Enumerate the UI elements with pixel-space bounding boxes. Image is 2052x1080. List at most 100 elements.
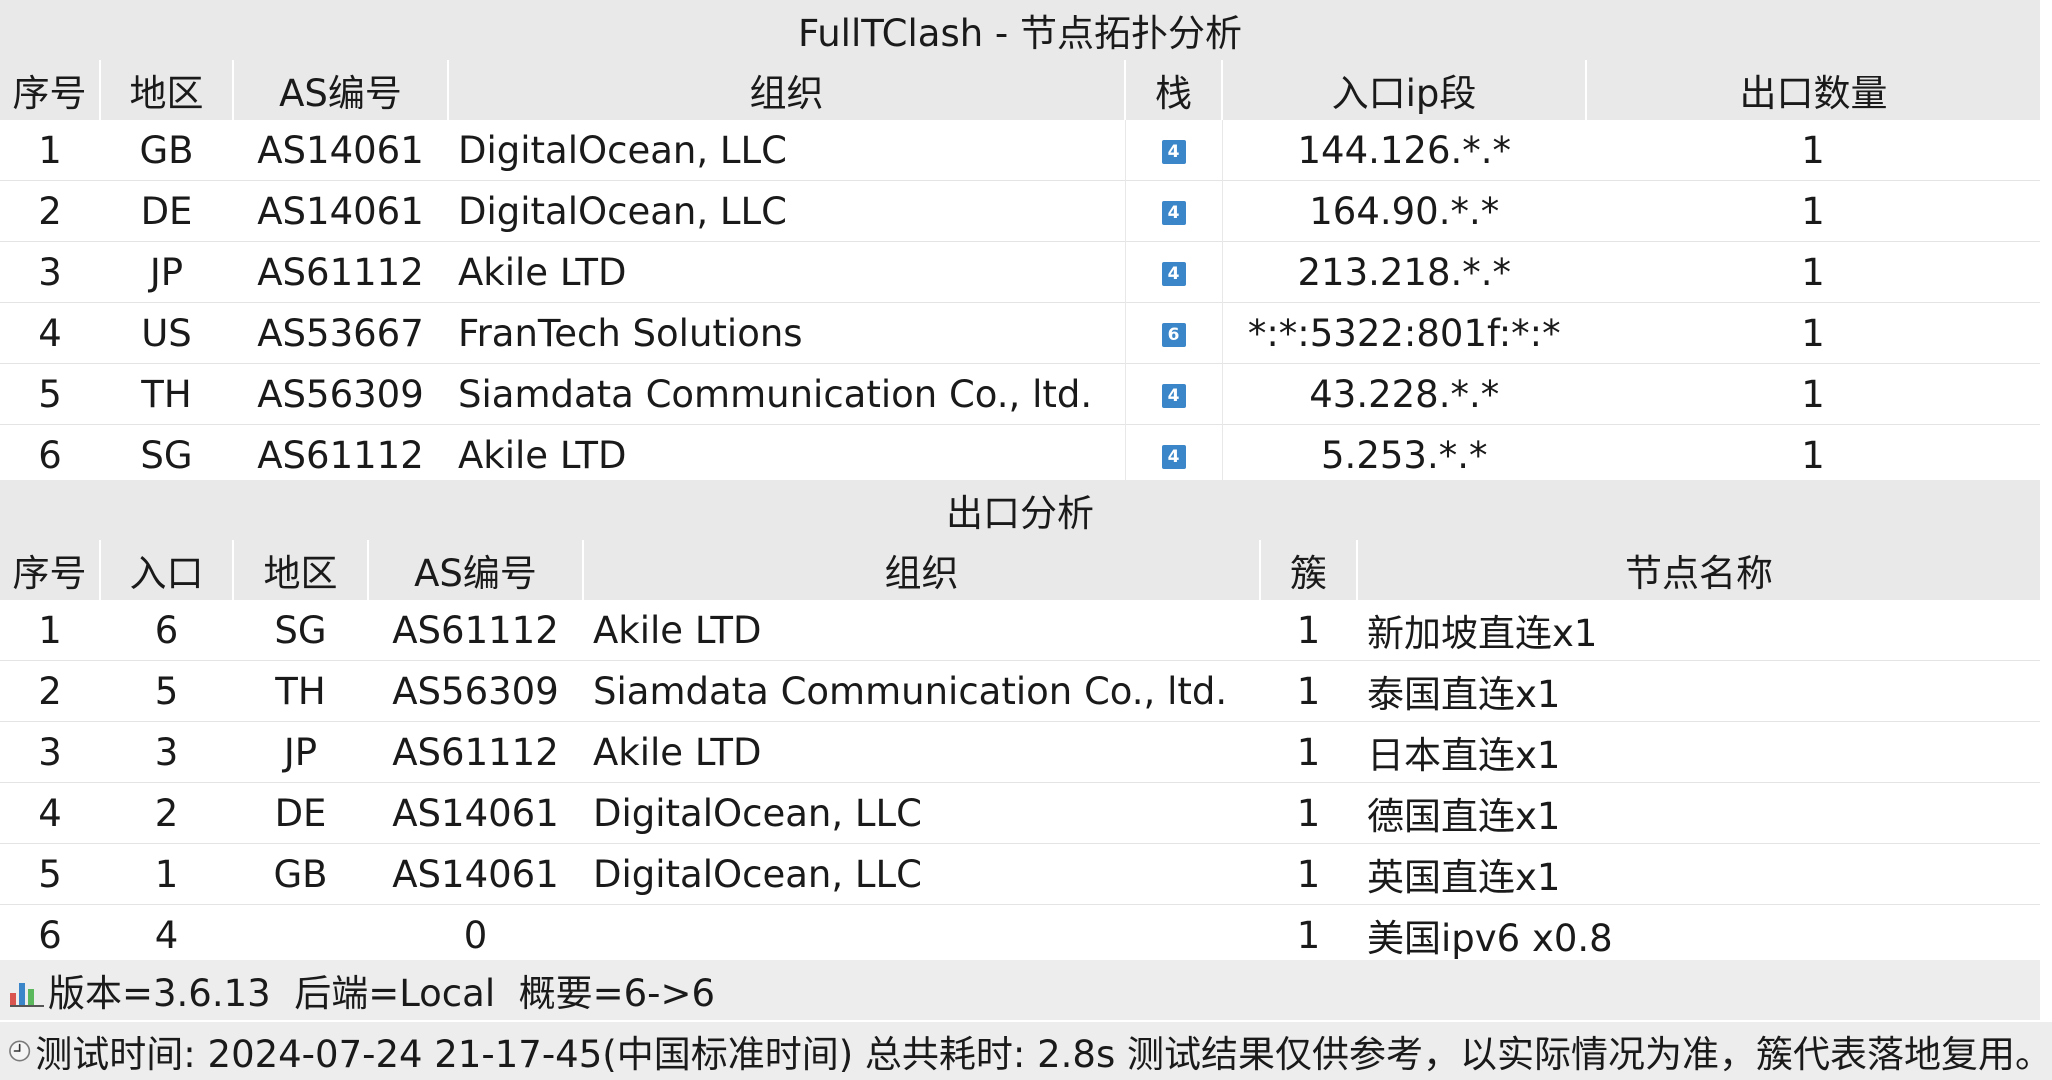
- col-header-index: 序号: [0, 540, 101, 600]
- ipv4-badge-icon: 4: [1161, 262, 1186, 286]
- col-header-entry: 入口: [100, 540, 234, 600]
- exit-section-title: 出口分析: [0, 480, 2040, 540]
- cell-cluster: 1: [1296, 608, 1321, 652]
- col-header-org: 组织: [448, 60, 1126, 120]
- cell-org: Siamdata Communication Co., ltd.: [458, 372, 1093, 416]
- cell-stack: 4: [1124, 120, 1223, 181]
- cell-stack: 4: [1124, 241, 1223, 303]
- cell-region: GB: [139, 128, 194, 172]
- entry-table: 序号 地区 AS编号 组织 栈 入口ip段 出口数量 1 GB AS14061 …: [0, 60, 2040, 485]
- cell-entry: 3: [154, 730, 179, 774]
- col-header-stack: 栈: [1125, 60, 1223, 120]
- bar-chart-icon: [10, 973, 44, 1007]
- cell-ip-range: 43.228.*.*: [1309, 372, 1500, 416]
- cell-entry: 2: [154, 791, 179, 835]
- table-row: 2 5 TH AS56309 Siamdata Communication Co…: [0, 661, 2040, 722]
- cell-entry: 5: [154, 669, 179, 713]
- table-row: 3 3 JP AS61112 Akile LTD 1 日本直连x1: [0, 722, 2040, 783]
- cell-index: 3: [38, 730, 62, 774]
- cell-node-name: 泰国直连x1: [1367, 673, 1561, 716]
- table-row: 5 1 GB AS14061 DigitalOcean, LLC 1 英国直连x…: [0, 844, 2040, 905]
- col-header-exit-count: 出口数量: [1586, 60, 2040, 120]
- col-header-asn: AS编号: [233, 60, 449, 120]
- cell-region: TH: [275, 669, 326, 713]
- cell-index: 4: [38, 311, 62, 355]
- cell-region: DE: [274, 791, 327, 835]
- cell-entry: 4: [154, 913, 179, 957]
- cell-exit-count: 1: [1801, 250, 1825, 294]
- col-header-node-name: 节点名称: [1357, 540, 2040, 600]
- cell-ip-range: 164.90.*.*: [1309, 189, 1500, 233]
- cell-asn: AS53667: [257, 311, 424, 355]
- cell-org: FranTech Solutions: [458, 311, 803, 355]
- info-line: 版本=3.6.13 后端=Local 概要=6->6: [48, 972, 716, 1015]
- cell-region: DE: [140, 189, 193, 233]
- table-row: 5 TH AS56309 Siamdata Communication Co.,…: [0, 363, 2040, 425]
- cell-exit-count: 1: [1801, 433, 1825, 477]
- cell-org: [583, 905, 1260, 966]
- table-row: 6 SG AS61112 Akile LTD 4 5.253.*.* 1: [0, 424, 2040, 485]
- table-row: 1 6 SG AS61112 Akile LTD 1 新加坡直连x1: [0, 600, 2040, 661]
- cell-ip-range: *:*:5322:801f:*:*: [1247, 311, 1561, 355]
- col-header-asn: AS编号: [368, 540, 584, 600]
- cell-entry: 1: [154, 852, 179, 896]
- cell-index: 5: [38, 852, 62, 896]
- clock-icon: [9, 1040, 31, 1062]
- cell-region: JP: [283, 730, 318, 774]
- cell-asn: AS61112: [257, 433, 424, 477]
- cell-region: SG: [140, 433, 193, 477]
- cell-org: Akile LTD: [593, 730, 762, 774]
- cell-asn: AS56309: [392, 669, 559, 713]
- cell-exit-count: 1: [1801, 311, 1825, 355]
- col-header-region: 地区: [100, 60, 234, 120]
- cell-region: US: [141, 311, 192, 355]
- time-line: 测试时间: 2024-07-24 21-17-45(中国标准时间) 总共耗时: …: [35, 1033, 2052, 1076]
- table-row: 4 US AS53667 FranTech Solutions 6 *:*:53…: [0, 302, 2040, 364]
- cell-ip-range: 5.253.*.*: [1321, 433, 1488, 477]
- cell-index: 6: [38, 913, 62, 957]
- table-row: 1 GB AS14061 DigitalOcean, LLC 4 144.126…: [0, 120, 2040, 181]
- cell-org: Akile LTD: [458, 250, 627, 294]
- col-header-cluster: 簇: [1260, 540, 1358, 600]
- cell-org: DigitalOcean, LLC: [593, 791, 922, 835]
- cell-index: 5: [38, 372, 62, 416]
- exit-section-title-text: 出口分析: [946, 492, 1094, 535]
- cell-asn: AS14061: [392, 791, 559, 835]
- report-title: FullTClash - 节点拓扑分析: [0, 0, 2040, 60]
- cell-asn: AS61112: [392, 730, 559, 774]
- cell-cluster: 1: [1296, 669, 1321, 713]
- cell-index: 1: [38, 608, 62, 652]
- cell-org: DigitalOcean, LLC: [458, 189, 787, 233]
- cell-cluster: 1: [1296, 852, 1321, 896]
- table-row: 4 2 DE AS14061 DigitalOcean, LLC 1 德国直连x…: [0, 783, 2040, 844]
- cell-asn: AS14061: [257, 189, 424, 233]
- col-header-ip-range: 入口ip段: [1222, 60, 1587, 120]
- cell-org: Akile LTD: [458, 433, 627, 477]
- cell-region: [233, 905, 368, 966]
- ipv4-badge-icon: 4: [1161, 201, 1186, 225]
- cell-cluster: 1: [1296, 730, 1321, 774]
- ipv4-badge-icon: 4: [1161, 384, 1186, 408]
- ipv6-badge-icon: 6: [1161, 323, 1186, 347]
- cell-exit-count: 1: [1801, 372, 1825, 416]
- cell-asn: AS14061: [392, 852, 559, 896]
- cell-exit-count: 1: [1801, 189, 1825, 233]
- cell-region: TH: [141, 372, 192, 416]
- cell-stack: 6: [1124, 302, 1223, 364]
- cell-org: DigitalOcean, LLC: [593, 852, 922, 896]
- cell-node-name: 德国直连x1: [1367, 795, 1561, 838]
- time-footer: 测试时间: 2024-07-24 21-17-45(中国标准时间) 总共耗时: …: [0, 1020, 2052, 1080]
- cell-asn: AS14061: [257, 128, 424, 172]
- cell-org: Siamdata Communication Co., ltd.: [593, 669, 1228, 713]
- col-header-index: 序号: [0, 60, 101, 120]
- table-row: 6 4 0 1 美国ipv6 x0.8: [0, 905, 2040, 966]
- info-footer: 版本=3.6.13 后端=Local 概要=6->6: [0, 960, 2040, 1020]
- cell-exit-count: 1: [1801, 128, 1825, 172]
- cell-cluster: 1: [1296, 791, 1321, 835]
- cell-entry: 6: [154, 608, 179, 652]
- cell-org: Akile LTD: [593, 608, 762, 652]
- cell-region: JP: [149, 250, 184, 294]
- cell-node-name: 新加坡直连x1: [1367, 612, 1598, 655]
- table-row: 2 DE AS14061 DigitalOcean, LLC 4 164.90.…: [0, 180, 2040, 242]
- col-header-region: 地区: [233, 540, 369, 600]
